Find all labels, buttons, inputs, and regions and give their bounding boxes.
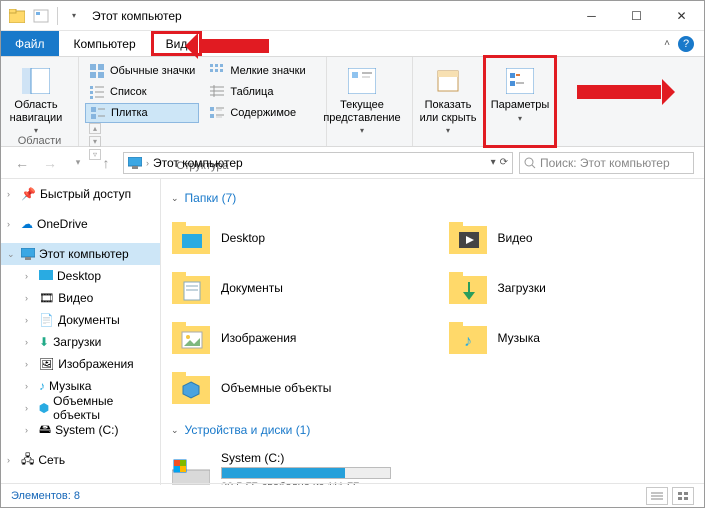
cloud-icon: ☁ [21, 217, 33, 231]
item-desktop[interactable]: Desktop [171, 215, 418, 261]
item-3d-objects[interactable]: Объемные объекты [171, 365, 418, 411]
folder-documents-icon [171, 268, 211, 308]
sidebar-downloads[interactable]: ›⬇Загрузки [1, 331, 160, 353]
maximize-button[interactable]: ☐ [614, 2, 659, 30]
view-details-toggle[interactable] [646, 487, 668, 505]
forward-button[interactable]: → [39, 152, 61, 174]
sidebar-pictures[interactable]: ›🖼Изображения [1, 353, 160, 375]
downloads-icon: ⬇ [39, 335, 49, 349]
annotation-arrow-right [577, 85, 661, 99]
annotation-arrow-left [199, 39, 269, 53]
back-button[interactable]: ← [11, 152, 33, 174]
layout-normal-icons[interactable]: Обычные значки [85, 61, 199, 81]
svg-text:♪: ♪ [464, 333, 472, 350]
sidebar-video[interactable]: ›🎞Видео [1, 287, 160, 309]
current-view-icon [346, 65, 378, 97]
sidebar-system-c[interactable]: ›🖴System (C:) [1, 419, 160, 441]
search-icon [524, 157, 536, 169]
sidebar-desktop[interactable]: ›Desktop [1, 265, 160, 287]
address-bar[interactable]: › Этот компьютер ▾⟳ [123, 152, 513, 174]
current-view-button[interactable]: Текущее представление ▾ [333, 61, 391, 135]
show-hide-button[interactable]: Показать или скрыть ▾ [419, 61, 477, 135]
options-label: Параметры [491, 99, 550, 112]
qat-dropdown-icon[interactable]: ▾ [64, 6, 84, 26]
navigation-pane-button[interactable]: Область навигации ▾ [7, 61, 65, 135]
folders-header[interactable]: ⌄Папки (7) [171, 191, 694, 205]
options-icon [504, 65, 536, 97]
address-text: Этот компьютер [153, 156, 243, 170]
layout-small-icons[interactable]: Мелкие значки [205, 61, 309, 81]
folder-3d-icon [171, 368, 211, 408]
view-large-icons-toggle[interactable] [672, 487, 694, 505]
sidebar-this-pc[interactable]: ⌄Этот компьютер [1, 243, 160, 265]
layout-scroll-up[interactable]: ▴ [89, 123, 101, 134]
minimize-button[interactable]: ─ [569, 2, 614, 30]
search-placeholder: Поиск: Этот компьютер [540, 156, 670, 170]
video-icon: 🎞 [39, 291, 54, 305]
monitor-icon [21, 248, 35, 260]
sidebar-3d-objects[interactable]: ›⬢Объемные объекты [1, 397, 160, 419]
pictures-icon: 🖼 [39, 357, 54, 371]
sidebar-quick-access[interactable]: ›📌Быстрый доступ [1, 183, 160, 205]
item-music[interactable]: ♪Музыка [448, 315, 695, 361]
show-hide-label: Показать или скрыть [419, 99, 477, 124]
folder-music-icon: ♪ [448, 318, 488, 358]
sidebar-documents[interactable]: ›📄Документы [1, 309, 160, 331]
ribbon-group-areas: Области [1, 135, 78, 150]
show-hide-icon [432, 65, 464, 97]
drive-capacity-bar [221, 467, 391, 479]
layout-table[interactable]: Таблица [205, 82, 309, 102]
item-pictures[interactable]: Изображения [171, 315, 418, 361]
folder-desktop-icon [171, 218, 211, 258]
close-button[interactable]: ✕ [659, 2, 704, 30]
up-button[interactable]: ↑ [95, 152, 117, 174]
item-video[interactable]: Видео [448, 215, 695, 261]
documents-icon: 📄 [39, 313, 54, 327]
item-downloads[interactable]: Загрузки [448, 265, 695, 311]
refresh-button[interactable]: ⟳ [500, 157, 508, 168]
content-area: ⌄Папки (7) Desktop Видео Документы Загру… [161, 179, 704, 485]
search-box[interactable]: Поиск: Этот компьютер [519, 152, 694, 174]
sidebar: ›📌Быстрый доступ ›☁OneDrive ⌄Этот компью… [1, 179, 161, 485]
layout-list[interactable]: Список [85, 82, 199, 102]
item-documents[interactable]: Документы [171, 265, 418, 311]
music-icon: ♪ [39, 379, 45, 393]
recent-dropdown[interactable]: ▾ [67, 152, 89, 174]
layout-content[interactable]: Содержимое [205, 103, 309, 123]
collapse-ribbon-icon[interactable]: ˄ [664, 38, 670, 49]
tab-file[interactable]: Файл [1, 31, 59, 56]
folder-pictures-icon [171, 318, 211, 358]
address-dropdown[interactable]: ▾ [491, 157, 496, 168]
desktop-icon [39, 270, 53, 282]
options-button[interactable]: Параметры ▾ [491, 61, 549, 123]
this-pc-icon [128, 157, 142, 169]
current-view-label: Текущее представление [323, 99, 400, 124]
window-title: Этот компьютер [84, 9, 569, 23]
network-icon: 🖧 [21, 450, 34, 471]
folder-downloads-icon [448, 268, 488, 308]
navigation-pane-label: Область навигации [7, 99, 65, 124]
explorer-icon [7, 6, 27, 26]
status-bar: Элементов: 8 [1, 483, 704, 507]
tab-computer[interactable]: Компьютер [59, 31, 151, 56]
quick-access-icon[interactable] [31, 6, 51, 26]
drive-system-c[interactable]: System (C:) 30,5 ГБ свободно из 111 ГБ [171, 447, 694, 485]
layout-scroll-down[interactable]: ▾ [89, 136, 101, 147]
ribbon: Область навигации ▾ Области Обычные знач… [1, 57, 704, 147]
navigation-pane-icon [20, 65, 52, 97]
ribbon-tabs: Файл Компьютер Вид ˄ ? [1, 31, 704, 57]
status-count: Элементов: 8 [11, 490, 80, 502]
system-drive-icon [171, 452, 211, 485]
titlebar: ▾ Этот компьютер ─ ☐ ✕ [1, 1, 704, 31]
help-icon[interactable]: ? [678, 36, 694, 52]
drive-icon: 🖴 [39, 420, 51, 441]
drive-name: System (C:) [221, 451, 391, 465]
layout-tile[interactable]: Плитка [85, 103, 199, 123]
devices-header[interactable]: ⌄Устройства и диски (1) [171, 423, 694, 437]
star-icon: 📌 [21, 187, 36, 201]
sidebar-onedrive[interactable]: ›☁OneDrive [1, 213, 160, 235]
sidebar-network[interactable]: ›🖧Сеть [1, 449, 160, 471]
cube-icon: ⬢ [39, 401, 49, 415]
folder-video-icon [448, 218, 488, 258]
